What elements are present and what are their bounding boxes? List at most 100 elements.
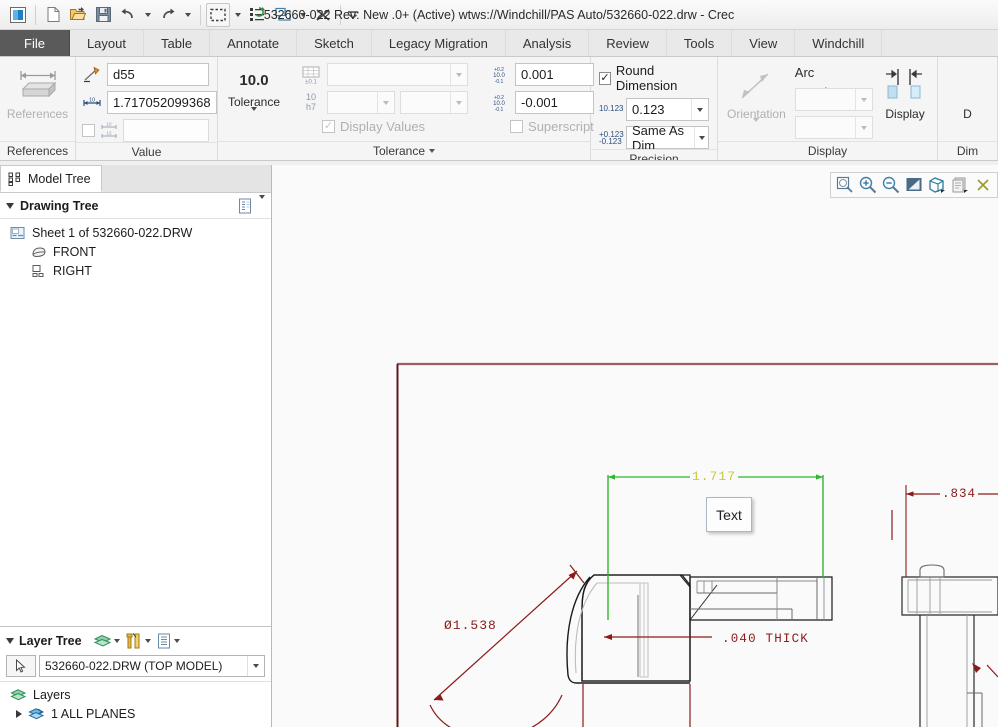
- dimension-value-field[interactable]: 1.717052099368: [107, 91, 217, 114]
- tab-sketch[interactable]: Sketch: [297, 30, 372, 56]
- front-view-geometry[interactable]: [567, 575, 717, 683]
- close-annot-icon[interactable]: [972, 174, 994, 196]
- layer-tree-header[interactable]: Layer Tree: [0, 627, 271, 655]
- tol-precision-arrow[interactable]: [694, 127, 708, 148]
- tolerance-table-combo[interactable]: [327, 63, 468, 86]
- saved-views-icon[interactable]: [949, 174, 971, 196]
- arc-attachment-combo-2[interactable]: [795, 116, 873, 139]
- layer-model-combo[interactable]: 532660-022.DRW (TOP MODEL): [39, 655, 265, 677]
- tolerance-fit-combo-1[interactable]: [327, 91, 395, 114]
- layer-settings-button[interactable]: [156, 633, 180, 649]
- drawing-tree-header[interactable]: Drawing Tree: [0, 193, 271, 219]
- superscript-checkbox[interactable]: [510, 120, 523, 133]
- save-icon[interactable]: [91, 3, 115, 27]
- front-view-arm-geometry[interactable]: [690, 577, 832, 620]
- layer-node-expand-icon[interactable]: [16, 710, 22, 718]
- tree-node-front[interactable]: FRONT: [0, 242, 271, 261]
- new-icon[interactable]: [41, 3, 65, 27]
- tab-legacy-migration[interactable]: Legacy Migration: [372, 30, 506, 56]
- tab-windchill[interactable]: Windchill: [795, 30, 882, 56]
- display-button[interactable]: Display: [881, 63, 929, 121]
- tree-node-right-label: RIGHT: [53, 264, 92, 278]
- zoom-out-icon[interactable]: [880, 174, 902, 196]
- dim-button[interactable]: D: [946, 63, 989, 121]
- select-dropdown-icon[interactable]: [231, 3, 245, 27]
- close-window-icon[interactable]: [311, 3, 335, 27]
- svg-text:-0.1: -0.1: [495, 79, 504, 85]
- orientation-button[interactable]: Orientation: [726, 63, 787, 136]
- drawing-canvas[interactable]: 1.717 Ø1.538 Ø1.538 .040 THICK .834: [272, 165, 998, 727]
- window-switch-icon[interactable]: [271, 3, 295, 27]
- repaint-icon[interactable]: [903, 174, 925, 196]
- layer-show-button[interactable]: [93, 633, 120, 649]
- layer-model-combo-arrow[interactable]: [247, 656, 264, 676]
- tab-analysis[interactable]: Analysis: [506, 30, 589, 56]
- layer-node-layers[interactable]: Layers: [0, 685, 271, 704]
- zoom-in-icon[interactable]: [857, 174, 879, 196]
- layer-properties-button[interactable]: [125, 632, 151, 650]
- navigator-tab-strip[interactable]: Model Tree: [0, 165, 271, 193]
- tolerance-dropdown-icon[interactable]: [251, 111, 257, 125]
- qat-overflow-icon[interactable]: [346, 3, 360, 27]
- references-button[interactable]: References: [7, 63, 68, 121]
- tree-node-sheet[interactable]: Sheet 1 of 532660-022.DRW: [0, 223, 271, 242]
- tolerance-fit-combo-2-arrow[interactable]: [450, 92, 467, 113]
- round-dimension-checkbox[interactable]: ✓: [599, 72, 611, 85]
- layer-tree-collapse-icon[interactable]: [6, 638, 14, 644]
- right-view-geometry[interactable]: [902, 565, 998, 727]
- tab-layout[interactable]: Layout: [70, 30, 144, 56]
- tolerance-fit-combo-2[interactable]: [400, 91, 468, 114]
- drawing-tree-settings-icon[interactable]: [237, 198, 253, 214]
- tolerance-fit-combo-1-arrow[interactable]: [377, 92, 394, 113]
- upper-tolerance-row: +0.2 10.0 -0.1 0.001: [488, 63, 594, 86]
- dimension-override-field[interactable]: [123, 119, 209, 142]
- text-tooltip[interactable]: Text: [706, 497, 752, 532]
- arc-attachment-combo-2-arrow[interactable]: [855, 117, 872, 138]
- app-menu-icon[interactable]: [6, 3, 30, 27]
- tolerance-table-combo-arrow[interactable]: [450, 64, 467, 85]
- dim-precision-arrow[interactable]: [691, 99, 708, 120]
- open-icon[interactable]: [66, 3, 90, 27]
- window-dropdown-icon[interactable]: [296, 3, 310, 27]
- display-values-checkbox[interactable]: ✓: [322, 120, 335, 133]
- drawing-graphics[interactable]: 1.717 Ø1.538 Ø1.538 .040 THICK .834: [272, 165, 998, 727]
- tab-tools[interactable]: Tools: [667, 30, 732, 56]
- quick-access-toolbar[interactable]: [0, 0, 360, 29]
- arc-attachment-label: Arc Attachment: [795, 63, 873, 83]
- tab-file[interactable]: File: [0, 30, 70, 56]
- display-style-icon[interactable]: [926, 174, 948, 196]
- undo-dropdown-icon[interactable]: [141, 3, 155, 27]
- lower-tolerance-field[interactable]: -0.001: [515, 91, 594, 114]
- zoom-refit-icon[interactable]: [834, 174, 856, 196]
- upper-tolerance-field[interactable]: 0.001: [515, 63, 594, 86]
- tolerance-button[interactable]: 10.0 Tolerance: [228, 63, 280, 125]
- undo-icon[interactable]: [116, 3, 140, 27]
- drawing-tree-collapse-icon[interactable]: [6, 203, 14, 209]
- select-box-icon[interactable]: [206, 3, 230, 27]
- tab-table[interactable]: Table: [144, 30, 210, 56]
- redo-dropdown-icon[interactable]: [181, 3, 195, 27]
- graphics-toolbar[interactable]: [830, 172, 998, 198]
- redo-icon[interactable]: [156, 3, 180, 27]
- drawing-tree-dropdown-icon[interactable]: [259, 199, 265, 213]
- tol-precision-combo[interactable]: Same As Dim: [626, 126, 709, 149]
- tab-annotate[interactable]: Annotate: [210, 30, 297, 56]
- regenerate-icon[interactable]: [246, 3, 270, 27]
- arc-attachment-combo-1-arrow[interactable]: [855, 89, 872, 110]
- dimension-right-width[interactable]: .834: [906, 485, 998, 577]
- orientation-dropdown-icon[interactable]: [753, 122, 759, 136]
- ribbon-tab-bar[interactable]: File Layout Table Annotate Sketch Legacy…: [0, 30, 998, 57]
- dimension-diameter[interactable]: Ø1.538 Ø1.538: [430, 565, 584, 727]
- layer-select-tool-button[interactable]: [6, 655, 36, 677]
- dimension-name-field[interactable]: d55: [107, 63, 209, 86]
- arc-attachment-combo-1[interactable]: [795, 88, 873, 111]
- ribbon-panel-display: Orientation Arc Attachment: [718, 57, 938, 160]
- layer-node-all-planes[interactable]: 1 ALL PLANES: [0, 704, 271, 723]
- override-checkbox[interactable]: [82, 124, 95, 137]
- ribbon-panel-tolerance-label[interactable]: Tolerance: [218, 141, 590, 160]
- tab-model-tree[interactable]: Model Tree: [0, 165, 102, 192]
- tab-view[interactable]: View: [732, 30, 795, 56]
- dim-precision-combo[interactable]: 0.123: [626, 98, 709, 121]
- tab-review[interactable]: Review: [589, 30, 667, 56]
- tree-node-right[interactable]: RIGHT: [0, 261, 271, 280]
